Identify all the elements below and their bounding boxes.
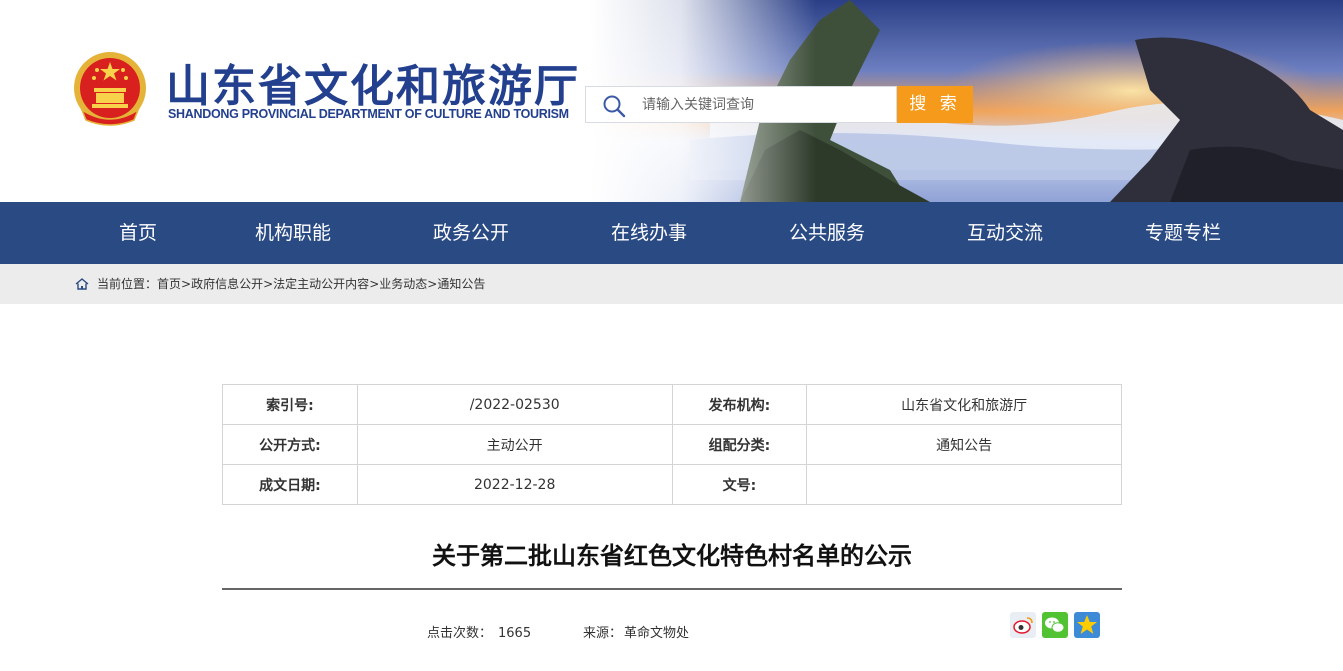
publisher-label: 发布机构:	[671, 384, 808, 425]
table-row: 索引号: /2022-02530 发布机构: 山东省文化和旅游厅	[222, 384, 1122, 425]
nav-item-home[interactable]: 首页	[68, 202, 208, 264]
article-source: 来源： 革命文物处	[583, 622, 689, 641]
date-value: 2022-12-28	[356, 464, 673, 505]
nav-item-special-topics[interactable]: 专题专栏	[1113, 202, 1253, 264]
click-count-label: 点击次数：	[427, 626, 493, 641]
nav-item-interaction[interactable]: 互动交流	[935, 202, 1075, 264]
search-input[interactable]	[642, 89, 892, 120]
category-value: 通知公告	[806, 424, 1122, 465]
breadcrumb-bar: 当前位置：首页>政府信息公开>法定主动公开内容>业务动态>通知公告	[0, 264, 1343, 304]
breadcrumb-separator: >	[369, 277, 380, 291]
docno-value	[806, 464, 1122, 505]
site-header: 山东省文化和旅游厅 SHANDONG PROVINCIAL DEPARTMENT…	[0, 0, 1343, 202]
nav-item-gov-affairs[interactable]: 政务公开	[401, 202, 541, 264]
breadcrumb-statutory[interactable]: 法定主动公开内容	[273, 277, 369, 291]
main-nav: 首页 机构职能 政务公开 在线办事 公共服务 互动交流 专题专栏	[0, 202, 1343, 264]
breadcrumb: 当前位置：首页>政府信息公开>法定主动公开内容>业务动态>通知公告	[97, 264, 485, 304]
breadcrumb-separator: >	[427, 277, 438, 291]
breadcrumb-separator: >	[181, 277, 192, 291]
title-divider	[222, 588, 1122, 590]
search-icon	[603, 95, 626, 118]
table-row: 公开方式: 主动公开 组配分类: 通知公告	[222, 424, 1122, 465]
home-icon	[75, 278, 89, 290]
wechat-icon[interactable]	[1042, 612, 1068, 638]
index-label: 索引号:	[222, 384, 358, 425]
breadcrumb-notices[interactable]: 通知公告	[437, 277, 485, 291]
search-bar: 搜 索	[585, 86, 973, 123]
breadcrumb-business[interactable]: 业务动态	[379, 277, 427, 291]
table-row: 成文日期: 2022-12-28 文号:	[222, 464, 1122, 505]
date-label: 成文日期:	[222, 464, 358, 505]
search-box	[585, 86, 897, 123]
click-count: 点击次数： 1665	[427, 622, 531, 641]
qzone-icon[interactable]	[1074, 612, 1100, 638]
category-label: 组配分类:	[671, 424, 808, 465]
site-subtitle-en: SHANDONG PROVINCIAL DEPARTMENT OF CULTUR…	[168, 107, 569, 121]
breadcrumb-separator: >	[263, 277, 274, 291]
publisher-value: 山东省文化和旅游厅	[806, 384, 1122, 425]
nav-item-online-services[interactable]: 在线办事	[579, 202, 719, 264]
method-label: 公开方式:	[222, 424, 358, 465]
index-value: /2022-02530	[356, 384, 673, 425]
click-count-value: 1665	[498, 626, 532, 641]
breadcrumb-gov-info[interactable]: 政府信息公开	[191, 277, 263, 291]
site-title: 山东省文化和旅游厅	[166, 61, 580, 112]
source-label: 来源：	[583, 626, 623, 641]
breadcrumb-prefix: 当前位置：	[97, 277, 158, 291]
nav-item-functions[interactable]: 机构职能	[223, 202, 363, 264]
national-emblem-icon	[74, 52, 146, 126]
search-button[interactable]: 搜 索	[897, 86, 973, 123]
weibo-icon[interactable]	[1010, 612, 1036, 638]
source-value: 革命文物处	[624, 626, 690, 641]
nav-item-public-services[interactable]: 公共服务	[757, 202, 897, 264]
breadcrumb-home[interactable]: 首页	[157, 277, 181, 291]
document-meta-table: 索引号: /2022-02530 发布机构: 山东省文化和旅游厅 公开方式: 主…	[222, 384, 1122, 505]
method-value: 主动公开	[356, 424, 673, 465]
article-title: 关于第二批山东省红色文化特色村名单的公示	[432, 542, 912, 570]
docno-label: 文号:	[671, 464, 808, 505]
